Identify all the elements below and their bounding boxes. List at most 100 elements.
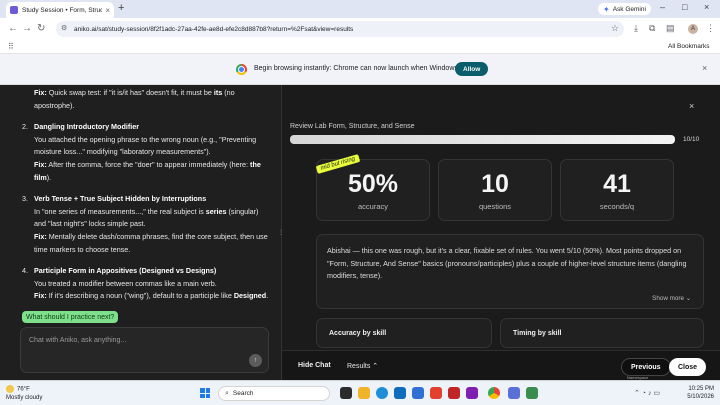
stat-value: 10 bbox=[481, 170, 509, 198]
summary-card: Abishai — this one was rough, but it's a… bbox=[316, 234, 704, 309]
item-fix: Fix: If it's describing a noun ("wing"),… bbox=[34, 290, 272, 303]
fix-end: ). bbox=[46, 172, 52, 182]
list-item: 2. Dangling Introductory Modifier You at… bbox=[22, 121, 272, 184]
allow-button[interactable]: Allow bbox=[455, 62, 489, 76]
progress-bar bbox=[290, 135, 675, 144]
body-pre: In "one series of measurements...," the … bbox=[34, 206, 206, 216]
apps-grid-icon[interactable]: ⠿ bbox=[8, 42, 14, 51]
task-view-icon[interactable] bbox=[340, 387, 352, 399]
file-explorer-icon[interactable] bbox=[358, 387, 370, 399]
stat-value: 50% bbox=[347, 170, 399, 198]
item-fix: Fix: After the comma, force the "doer" t… bbox=[34, 159, 272, 184]
list-item: 3. Verb Tense + True Subject Hidden by I… bbox=[22, 193, 272, 256]
summary-text: Abishai — this one was rough, but it's a… bbox=[327, 246, 687, 281]
ask-gemini-button[interactable]: ✦ Ask Gemini bbox=[598, 3, 651, 15]
app-red-icon[interactable] bbox=[430, 387, 442, 399]
body-bold: series bbox=[205, 206, 227, 216]
profile-avatar[interactable]: A bbox=[688, 24, 698, 34]
sidepanel-icon[interactable]: ▤ bbox=[666, 23, 675, 34]
suggestion-chip[interactable]: What should I practice next? bbox=[22, 311, 119, 323]
progress-fill bbox=[290, 135, 675, 144]
clock-date: 5/10/2026 bbox=[687, 394, 714, 400]
store-icon[interactable] bbox=[394, 387, 406, 399]
back-arrow-icon[interactable]: ← bbox=[8, 23, 18, 34]
chat-panel: Fix: Quick swap test: if "it is/it has" … bbox=[0, 85, 281, 380]
review-title: Review Lab Form, Structure, and Sense bbox=[290, 123, 415, 130]
fix-bold: Designed bbox=[233, 291, 267, 301]
previous-button[interactable]: Previous bbox=[621, 358, 671, 376]
maximize-button[interactable]: □ bbox=[682, 2, 687, 12]
app-green-icon[interactable] bbox=[526, 387, 538, 399]
windows-taskbar: 76°F Mostly cloudy ⌕ Search ⌃ ◔ ♪ ▭ 10:2… bbox=[0, 380, 720, 405]
list-number: 4. bbox=[22, 266, 28, 276]
accuracy-by-skill-card: Accuracy by skill bbox=[316, 318, 492, 348]
stat-card-seconds: 41 seconds/q bbox=[560, 159, 674, 221]
chrome-taskbar-icon[interactable] bbox=[488, 387, 500, 399]
downloads-icon[interactable]: ⤓ bbox=[634, 23, 638, 34]
tip-line: Fix: Quick swap test: if "it is/it has" … bbox=[22, 87, 272, 112]
stat-value: 41 bbox=[603, 170, 631, 198]
new-tab-button[interactable]: + bbox=[118, 2, 124, 14]
window-close-button[interactable]: × bbox=[704, 2, 709, 12]
bookmark-star-icon[interactable]: ☆ bbox=[611, 23, 619, 34]
extensions-icon[interactable]: ⧉ bbox=[649, 23, 655, 34]
fix-label: Fix: bbox=[34, 231, 47, 241]
reload-icon[interactable]: ↻ bbox=[37, 23, 45, 34]
app-purple-icon[interactable] bbox=[466, 387, 478, 399]
mail-icon[interactable] bbox=[412, 387, 424, 399]
tab-close-icon[interactable]: × bbox=[105, 6, 110, 15]
all-bookmarks-link[interactable]: All Bookmarks bbox=[668, 43, 710, 50]
item-body: You attached the opening phrase to the w… bbox=[34, 134, 257, 157]
clock[interactable]: 10:25 PM 5/10/2026 bbox=[678, 385, 714, 401]
infobar-message: Begin browsing instantly: Chrome can now… bbox=[254, 65, 479, 72]
show-more-button[interactable]: Show more ⌄ bbox=[652, 295, 691, 302]
timing-by-skill-card: Timing by skill bbox=[500, 318, 704, 348]
close-button[interactable]: Close bbox=[669, 358, 707, 376]
windows-start-icon[interactable] bbox=[200, 388, 210, 398]
infobar-close-icon[interactable]: × bbox=[702, 63, 707, 73]
chrome-logo-icon bbox=[236, 64, 247, 75]
menu-kebab-icon[interactable]: ⋮ bbox=[706, 23, 715, 34]
edge-icon[interactable] bbox=[376, 387, 388, 399]
stat-label: questions bbox=[478, 202, 512, 211]
minimize-button[interactable]: – bbox=[660, 2, 665, 12]
fix-text: Mentally delete dash/comma phrases, find… bbox=[34, 231, 268, 254]
site-favicon-icon bbox=[10, 6, 18, 14]
weather-temp: 76°F bbox=[17, 386, 30, 393]
progress-count: 10/10 bbox=[683, 136, 700, 143]
mcafee-icon[interactable] bbox=[448, 387, 460, 399]
item-heading: Verb Tense + True Subject Hidden by Inte… bbox=[34, 194, 207, 204]
send-arrow-icon[interactable]: ↑ bbox=[249, 354, 262, 367]
fix-text: If it's describing a noun ("wing"), defa… bbox=[46, 291, 234, 301]
card-title: Accuracy by skill bbox=[329, 330, 387, 337]
forward-arrow-icon[interactable]: → bbox=[22, 23, 32, 34]
list-number: 2. bbox=[22, 122, 28, 132]
app-blue-icon[interactable] bbox=[508, 387, 520, 399]
taskbar-search-label: Search bbox=[232, 390, 254, 397]
item-body: You treated a modifier between commas li… bbox=[34, 278, 217, 288]
results-dropdown[interactable]: Results ⌃ bbox=[347, 362, 378, 370]
fix-text: After the comma, force the "doer" to app… bbox=[46, 159, 251, 169]
fix-label: Fix: bbox=[34, 291, 47, 301]
results-panel: × Review Lab Form, Structure, and Sense … bbox=[282, 85, 720, 380]
tab-study-session[interactable]: Study Session • Form, Structure... × bbox=[6, 2, 114, 18]
taskbar-search[interactable]: ⌕ Search bbox=[218, 386, 330, 401]
system-tray-icons[interactable]: ⌃ ◔ ♪ ▭ bbox=[634, 389, 660, 397]
site-info-icon[interactable]: ⚙ bbox=[61, 24, 67, 32]
address-bar[interactable]: ⚙ aniko.ai/sat/study-session/8f2f1adc-27… bbox=[56, 21, 624, 37]
stat-label: accuracy bbox=[357, 202, 388, 211]
chrome-infobar: Begin browsing instantly: Chrome can now… bbox=[0, 54, 720, 85]
tip-bold: its bbox=[213, 88, 223, 97]
weather-cloud-icon bbox=[6, 385, 14, 393]
fix-label: Fix: bbox=[34, 88, 47, 97]
list-number: 3. bbox=[22, 194, 28, 204]
search-icon: ⌕ bbox=[225, 389, 229, 397]
item-heading: Dangling Introductory Modifier bbox=[34, 122, 140, 132]
url-text: aniko.ai/sat/study-session/8f2f1adc-27aa… bbox=[74, 25, 354, 33]
weather-widget[interactable]: 76°F Mostly cloudy bbox=[6, 385, 42, 402]
browser-toolbar: ← → ↻ ⚙ aniko.ai/sat/study-session/8f2f1… bbox=[0, 18, 720, 40]
chat-input[interactable]: Chat with Aniko, ask anything... ↑ bbox=[20, 327, 269, 373]
results-close-icon[interactable]: × bbox=[689, 101, 694, 111]
hide-chat-button[interactable]: Hide Chat bbox=[298, 362, 331, 369]
tab-strip: Study Session • Form, Structure... × + ✦… bbox=[0, 0, 720, 18]
